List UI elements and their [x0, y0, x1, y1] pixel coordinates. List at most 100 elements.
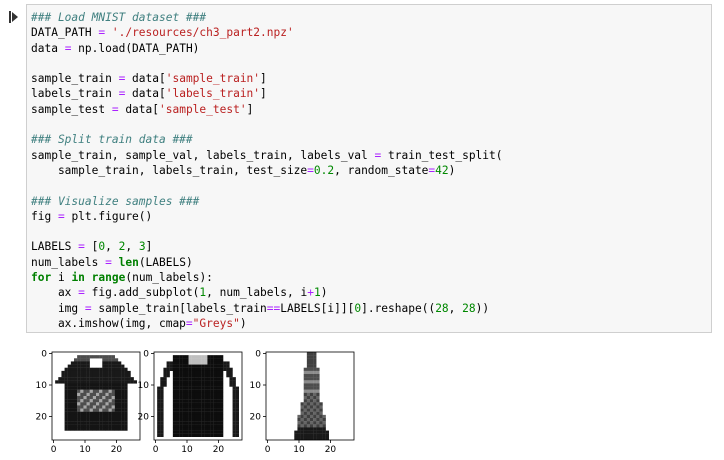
image-pixel — [201, 355, 205, 359]
image-pixel — [194, 383, 199, 387]
image-pixel — [89, 367, 93, 371]
image-pixel — [83, 396, 87, 400]
image-pixel — [191, 364, 195, 368]
image-pixel — [303, 377, 307, 381]
image-pixel — [303, 370, 307, 375]
image-pixel — [210, 427, 214, 431]
image-pixel — [118, 374, 122, 378]
image-pixel — [160, 383, 164, 387]
image-pixel — [229, 380, 233, 384]
image-pixel — [204, 430, 208, 434]
image-pixel — [124, 370, 128, 375]
image-pixel — [96, 386, 100, 390]
image-pixel — [124, 424, 128, 428]
image-pixel — [188, 418, 192, 422]
image-pixel — [191, 418, 195, 422]
code-token-plain: , — [105, 240, 119, 254]
image-pixel — [160, 433, 164, 437]
image-pixel — [306, 402, 311, 406]
image-pixel — [303, 408, 307, 412]
image-pixel — [67, 396, 71, 400]
image-pixel — [210, 374, 214, 378]
image-pixel — [157, 405, 161, 409]
code-token-plain: ] — [145, 240, 153, 254]
image-pixel — [105, 383, 109, 387]
image-pixel — [185, 386, 189, 390]
image-pixel — [313, 386, 317, 390]
image-pixel — [220, 367, 224, 371]
image-pixel — [77, 418, 81, 422]
code-line: img = sample_train[labels_train==LABELS[… — [31, 301, 711, 316]
image-pixel — [108, 402, 112, 406]
code-line: sample_test = data['sample_test'] — [31, 102, 711, 117]
image-pixel — [313, 361, 317, 365]
image-pixel — [83, 414, 87, 419]
image-pixel — [201, 377, 205, 381]
image-pixel — [319, 433, 323, 437]
image-pixel — [310, 377, 314, 381]
image-pixel — [67, 374, 71, 378]
image-pixel — [232, 414, 236, 419]
code-token-plain: sample_train[labels_train — [91, 301, 267, 315]
image-pixel — [176, 380, 180, 384]
image-pixel — [172, 358, 177, 362]
image-pixel — [64, 427, 68, 431]
image-pixel — [235, 427, 239, 431]
image-pixel — [204, 377, 208, 381]
image-pixel — [226, 374, 230, 378]
image-pixel — [111, 377, 115, 381]
image-pixel — [157, 418, 161, 422]
image-pixel — [220, 408, 224, 412]
image-pixel — [191, 361, 195, 365]
image-pixel — [185, 424, 189, 428]
image-pixel — [207, 414, 211, 419]
image-pixel — [70, 427, 75, 431]
image-pixel — [194, 361, 199, 365]
image-pixel — [74, 411, 78, 415]
code-token-number: 1 — [313, 286, 321, 300]
image-pixel — [160, 399, 164, 403]
image-pixel — [64, 402, 68, 406]
image-pixel — [108, 367, 112, 371]
code-cell[interactable]: ### Load MNIST dataset ### DATA_PATH = '.… — [26, 4, 712, 333]
image-pixel — [133, 380, 137, 384]
image-pixel — [99, 414, 103, 419]
image-pixel — [300, 433, 304, 437]
image-pixel — [182, 405, 186, 409]
image-pixel — [92, 414, 97, 419]
image-pixel — [105, 389, 109, 393]
image-pixel — [213, 430, 217, 434]
image-pixel — [80, 405, 84, 409]
image-pixel — [74, 418, 78, 422]
image-pixel — [80, 386, 84, 390]
image-pixel — [111, 424, 115, 428]
image-pixel — [108, 396, 112, 400]
image-pixel — [124, 402, 128, 406]
image-pixel — [176, 392, 180, 397]
image-pixel — [67, 402, 71, 406]
image-pixel — [185, 411, 189, 415]
code-editor[interactable]: ### Load MNIST dataset ### DATA_PATH = '.… — [27, 5, 711, 331]
image-pixel — [157, 430, 161, 434]
image-pixel — [64, 424, 68, 428]
image-pixel — [204, 364, 208, 368]
image-pixel — [111, 392, 115, 397]
image-pixel — [322, 424, 326, 428]
image-pixel — [86, 374, 90, 378]
image-pixel — [303, 380, 307, 384]
image-pixel — [303, 433, 307, 437]
cell-prompt-indicator[interactable] — [9, 11, 19, 23]
image-pixel — [220, 389, 224, 393]
image-pixel — [80, 396, 84, 400]
image-pixel — [179, 411, 183, 415]
image-pixel — [118, 418, 122, 422]
image-pixel — [89, 383, 93, 387]
code-token-string: 'labels_train' — [165, 87, 261, 101]
image-pixel — [172, 355, 177, 359]
image-pixel — [64, 408, 68, 412]
image-pixel — [191, 377, 195, 381]
image-pixel — [198, 427, 202, 431]
image-pixel — [121, 377, 125, 381]
image-pixel — [313, 396, 317, 400]
image-pixel — [194, 380, 199, 384]
